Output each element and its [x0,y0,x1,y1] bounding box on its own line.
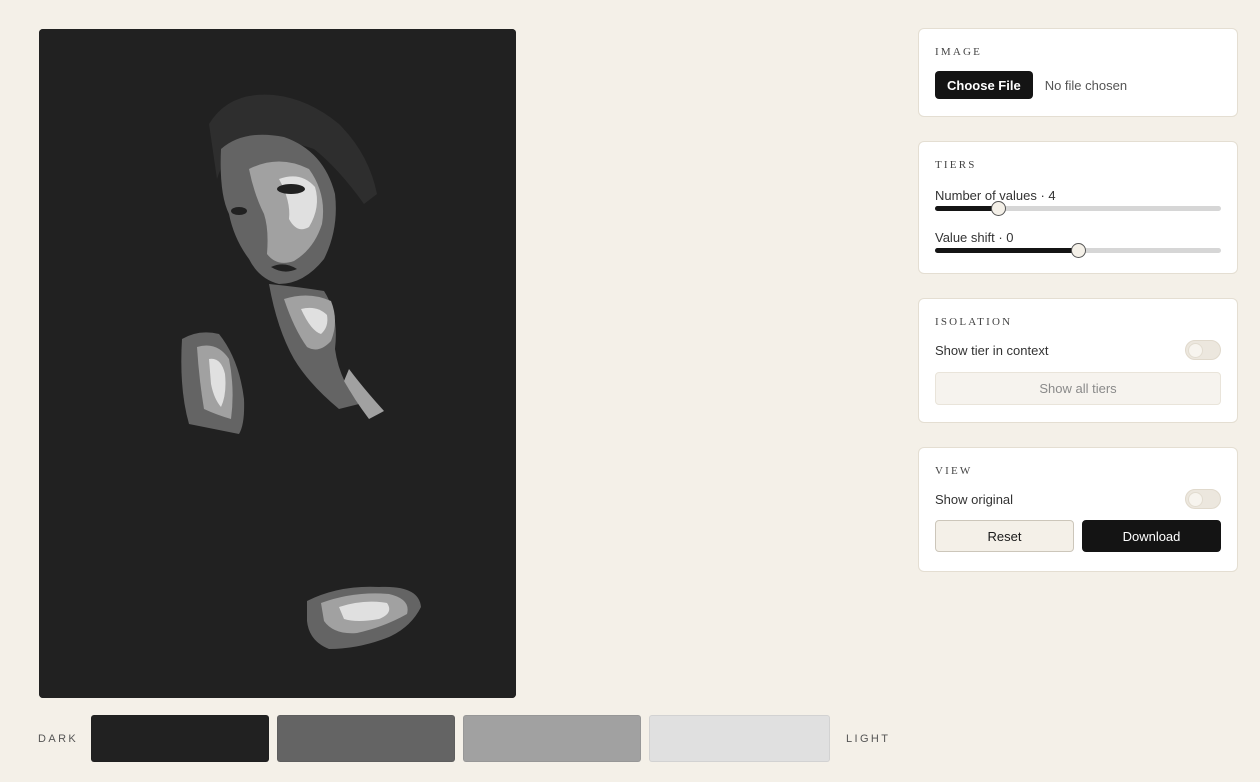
view-actions: Reset Download [935,520,1221,552]
choose-file-button[interactable]: Choose File [935,71,1033,99]
image-canvas[interactable] [39,29,516,698]
reset-button[interactable]: Reset [935,520,1074,552]
toggle-knob [1188,492,1203,507]
show-original-toggle[interactable] [1185,489,1221,509]
tier-context-row: Show tier in context [935,340,1221,360]
slider-fill [935,248,1078,253]
number-of-values-slider[interactable] [935,201,1221,216]
tier-context-label: Show tier in context [935,342,1049,358]
image-panel: IMAGE Choose File No file chosen [918,28,1238,117]
dark-label: DARK [38,732,79,745]
show-original-label: Show original [935,491,1014,507]
tiers-panel: TIERS Number of values · 4 Value shift ·… [918,141,1238,274]
show-all-tiers-button[interactable]: Show all tiers [935,372,1221,405]
tier-swatch-4[interactable] [649,715,830,762]
panel-title-tiers: TIERS [935,159,977,171]
slider-fill [935,206,998,211]
isolation-panel: ISOLATION Show tier in context Show all … [918,298,1238,423]
value-shift-label: Value shift · 0 [935,230,1014,245]
panel-title-view: VIEW [935,465,973,477]
show-original-row: Show original [935,489,1221,509]
tier-swatch-1[interactable] [91,715,269,762]
posterized-portrait [39,29,516,698]
light-label: LIGHT [846,732,891,745]
panel-title-isolation: ISOLATION [935,316,1013,328]
file-input-row: Choose File No file chosen [935,71,1221,99]
value-shift-slider[interactable] [935,243,1221,258]
panel-title-image: IMAGE [935,46,983,58]
view-panel: VIEW Show original Reset Download [918,447,1238,572]
number-of-values-control: Number of values · 4 [935,188,1221,230]
value-shift-control: Value shift · 0 [935,230,1221,272]
file-status: No file chosen [1044,77,1128,93]
tier-strip: DARK LIGHT [38,715,890,762]
slider-thumb[interactable] [990,201,1006,216]
tier-context-toggle[interactable] [1185,340,1221,360]
slider-thumb[interactable] [1071,243,1086,258]
tier-swatch-3[interactable] [463,715,641,762]
toggle-knob [1188,343,1203,358]
tier-swatch-2[interactable] [277,715,455,762]
download-button[interactable]: Download [1082,520,1221,552]
